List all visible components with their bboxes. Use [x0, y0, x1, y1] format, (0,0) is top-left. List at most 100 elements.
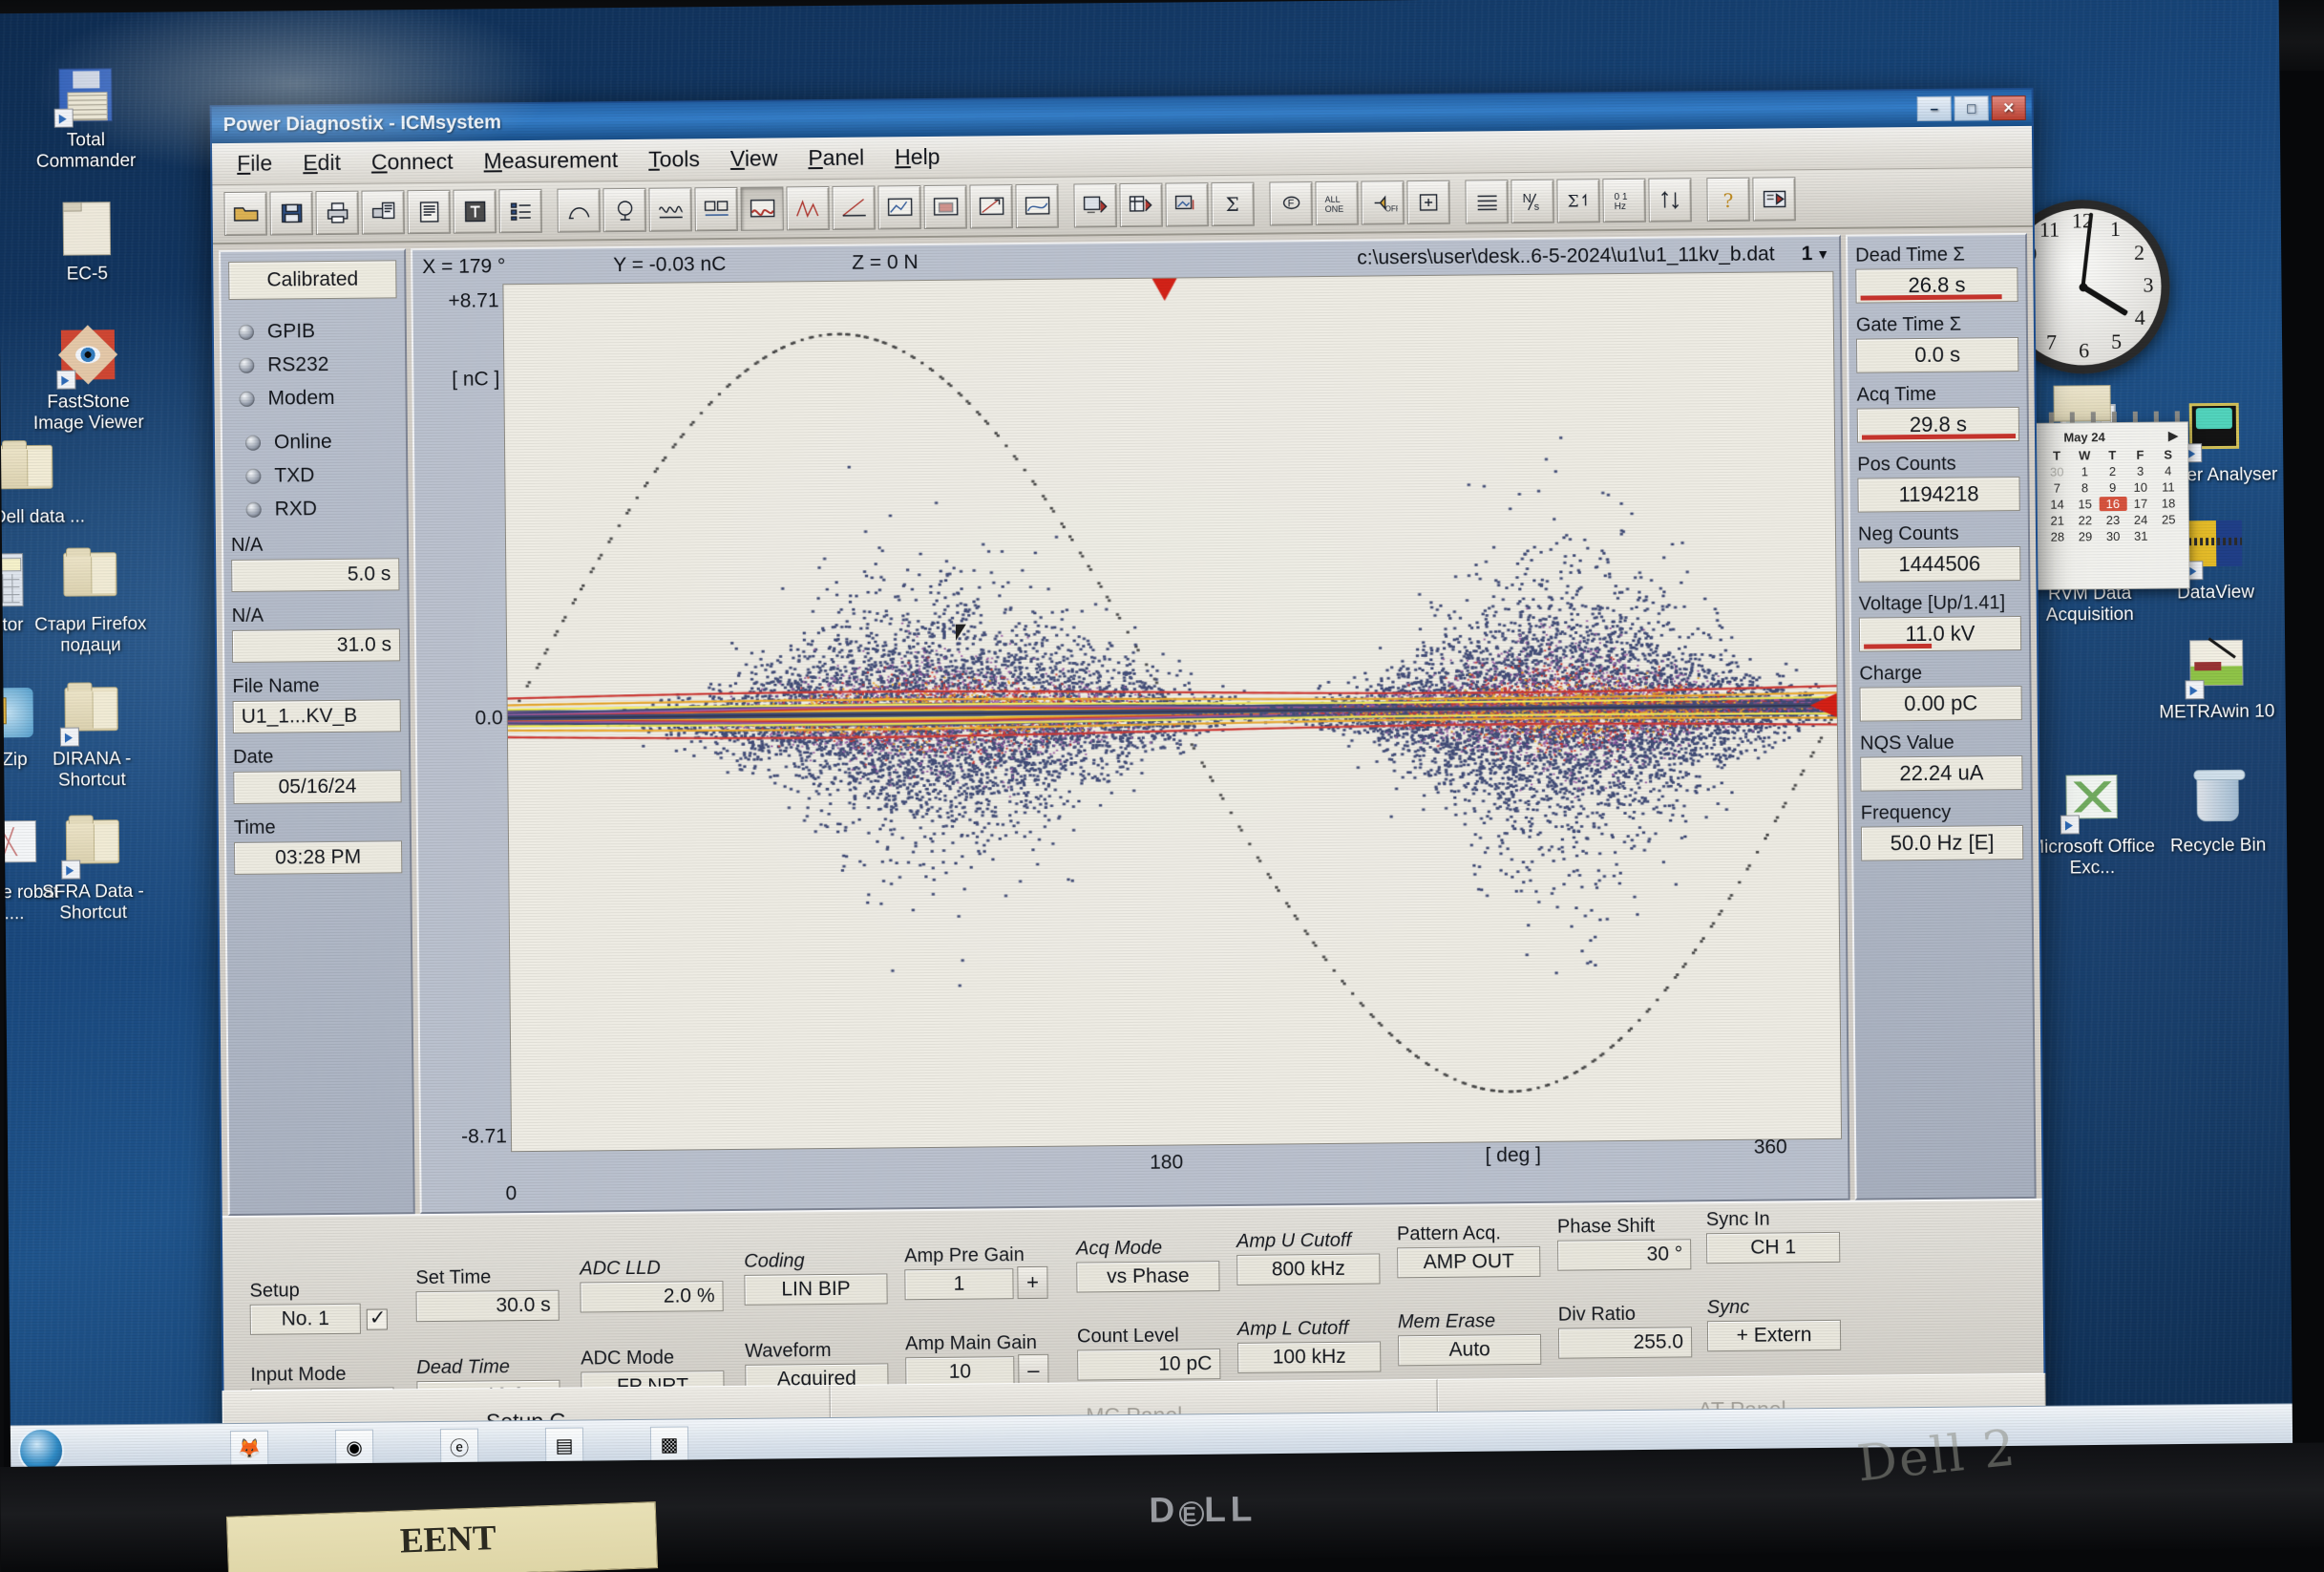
left-field-value[interactable]: U1_1...KV_B: [233, 699, 401, 733]
toolbar-sigma-one-icon[interactable]: Σ: [1556, 179, 1599, 223]
desktop-icon-firefox[interactable]: Стари Firefox подаци: [27, 552, 154, 657]
desktop-icon-10-dell-data[interactable]: 10 Dell data ...: [0, 444, 90, 528]
setting-value[interactable]: 30 °: [1557, 1239, 1691, 1270]
minimize-button[interactable]: –: [1917, 96, 1952, 121]
calendar-day-cell[interactable]: 30: [2043, 465, 2071, 479]
taskbar-chrome-icon[interactable]: ◉: [335, 1430, 373, 1466]
calendar-day-cell[interactable]: 22: [2071, 513, 2099, 527]
calendar-day-cell[interactable]: 10: [2126, 480, 2154, 495]
calendar-day-cell[interactable]: 4: [2154, 463, 2182, 478]
toolbar-table-export-icon[interactable]: [1119, 183, 1162, 227]
toolbar-polar-icon[interactable]: [1015, 184, 1058, 228]
toolbar-histogram-icon[interactable]: [877, 185, 920, 229]
calendar-day-cell[interactable]: 16: [2099, 497, 2126, 511]
menu-item-tools[interactable]: Tools: [637, 142, 711, 177]
calendar-day-cell[interactable]: 21: [2043, 513, 2071, 527]
calendar-day-cell[interactable]: 9: [2099, 480, 2126, 495]
setting-value[interactable]: CH 1: [1706, 1232, 1840, 1264]
led-row-rxd[interactable]: RXD: [246, 497, 399, 521]
left-field-value[interactable]: 03:28 PM: [234, 840, 402, 875]
calibrated-button[interactable]: Calibrated: [228, 260, 396, 300]
close-button[interactable]: ✕: [1992, 96, 2026, 120]
toolbar-chart-box-icon[interactable]: [923, 185, 966, 229]
setting-value[interactable]: LIN BIP: [744, 1273, 887, 1305]
menu-item-measurement[interactable]: Measurement: [472, 143, 629, 179]
calendar-day-cell[interactable]: 8: [2071, 480, 2099, 495]
led-row-online[interactable]: Online: [245, 430, 398, 455]
toolbar-open-icon[interactable]: [223, 192, 266, 236]
led-row-gpib[interactable]: GPIB: [239, 319, 397, 344]
led-row-txd[interactable]: TXD: [245, 463, 398, 488]
setting-value[interactable]: 1: [904, 1268, 1013, 1300]
toolbar-pulse-icon[interactable]: [969, 184, 1012, 228]
taskbar-firefox-icon[interactable]: 🦊: [230, 1431, 268, 1467]
led-row-rs232[interactable]: RS232: [239, 352, 397, 377]
toolbar-save-icon[interactable]: [269, 191, 312, 235]
desktop-icon-metrawin-10[interactable]: METRAwin 10: [2153, 639, 2280, 723]
toolbar-scale-icon[interactable]: [1648, 178, 1691, 222]
toolbar-arc-icon[interactable]: [557, 188, 600, 232]
taskbar-icm-app-icon[interactable]: ▩: [650, 1426, 688, 1462]
toolbar-image-export-icon[interactable]: [1165, 182, 1208, 226]
calendar-day-cell[interactable]: 2: [2099, 464, 2126, 478]
toolbar-lines-icon[interactable]: [1465, 180, 1508, 223]
setting-value[interactable]: vs Phase: [1076, 1261, 1219, 1292]
toolbar-print-preview-icon[interactable]: [361, 190, 404, 234]
toolbar-print-icon[interactable]: [315, 191, 358, 235]
toolbar-sigma-icon[interactable]: Σ: [1211, 182, 1254, 226]
calendar-day-cell[interactable]: 7: [2043, 481, 2071, 496]
calendar-day-cell[interactable]: 1: [2071, 464, 2099, 478]
toolbar-prpd-active-icon[interactable]: [740, 186, 783, 230]
menu-item-file[interactable]: File: [225, 146, 284, 181]
left-field-value[interactable]: 5.0 s: [231, 558, 399, 592]
calendar-day-cell[interactable]: 30: [2100, 529, 2127, 543]
toolbar-all-off-icon[interactable]: OFF: [1361, 181, 1404, 224]
toolbar-calibrate-icon[interactable]: [602, 188, 645, 232]
calendar-day-cell[interactable]: 23: [2099, 513, 2126, 527]
left-field-value[interactable]: 31.0 s: [232, 628, 400, 663]
prpd-canvas-surface[interactable]: [503, 272, 1841, 1151]
calendar-day-cell[interactable]: 24: [2126, 513, 2154, 527]
calendar-day-cell[interactable]: 15: [2071, 497, 2099, 511]
calendar-day-cell[interactable]: 14: [2043, 497, 2071, 511]
setting-value[interactable]: 100 kHz: [1237, 1341, 1381, 1372]
setting-value[interactable]: No. 1: [250, 1304, 361, 1335]
toolbar-trend-icon[interactable]: [832, 186, 875, 230]
toolbar-help-icon[interactable]: ?: [1706, 178, 1749, 222]
calendar-day-cell[interactable]: 29: [2071, 529, 2099, 543]
prpd-plot-canvas[interactable]: [502, 271, 1842, 1152]
toolbar-list-icon[interactable]: [498, 189, 541, 233]
maximize-button[interactable]: □: [1954, 96, 1989, 120]
setting-value[interactable]: AMP OUT: [1397, 1246, 1540, 1278]
desktop-icon-microsoft-office-exc[interactable]: Microsoft Office Exc...: [2028, 775, 2155, 880]
desktop-icon-faststone-image-viewer[interactable]: FastStone Image Viewer: [25, 329, 152, 435]
toolbar-about-icon[interactable]: [1752, 177, 1795, 221]
left-field-value[interactable]: 05/16/24: [233, 770, 401, 804]
setting-value[interactable]: + Extern: [1707, 1320, 1841, 1351]
calendar-day-cell[interactable]: 18: [2154, 496, 2182, 510]
desktop-icon-recycle-bin[interactable]: Recycle Bin: [2154, 773, 2281, 857]
setting-checkbox[interactable]: [367, 1308, 388, 1329]
calendar-day-cell[interactable]: 31: [2127, 529, 2155, 543]
setting-value[interactable]: 255.0: [1558, 1327, 1692, 1358]
toolbar-plus-box-icon[interactable]: [1406, 181, 1449, 224]
menu-item-edit[interactable]: Edit: [291, 146, 352, 181]
desktop-icon-total-commander[interactable]: Total Commander: [22, 68, 149, 173]
desktop-icon-sfra-data-shortcut[interactable]: SFRA Data - Shortcut: [30, 819, 157, 924]
menu-item-connect[interactable]: Connect: [360, 145, 465, 180]
toolbar-freq-icon[interactable]: F: [1269, 181, 1312, 225]
calendar-day-cell[interactable]: [2155, 528, 2183, 542]
toolbar-hz-icon[interactable]: 0 1Hz: [1602, 179, 1645, 223]
desktop-icon-ec-5[interactable]: EC-5: [24, 202, 151, 286]
taskbar-internet-explorer-icon[interactable]: ⓔ: [440, 1429, 478, 1465]
calendar-day-cell[interactable]: 28: [2043, 529, 2071, 543]
toolbar-spectrum-icon[interactable]: [786, 186, 829, 230]
setting-value[interactable]: 800 kHz: [1236, 1253, 1380, 1285]
setting-value[interactable]: Auto: [1398, 1334, 1541, 1366]
toolbar-dat-export-icon[interactable]: [1073, 183, 1116, 227]
page-dropdown-arrow[interactable]: ▼: [1816, 246, 1829, 262]
setting-step-button[interactable]: +: [1017, 1266, 1047, 1299]
taskbar-image-icon[interactable]: ▤: [545, 1428, 583, 1464]
setting-value[interactable]: 10 pC: [1077, 1349, 1220, 1380]
led-row-modem[interactable]: Modem: [239, 386, 397, 411]
